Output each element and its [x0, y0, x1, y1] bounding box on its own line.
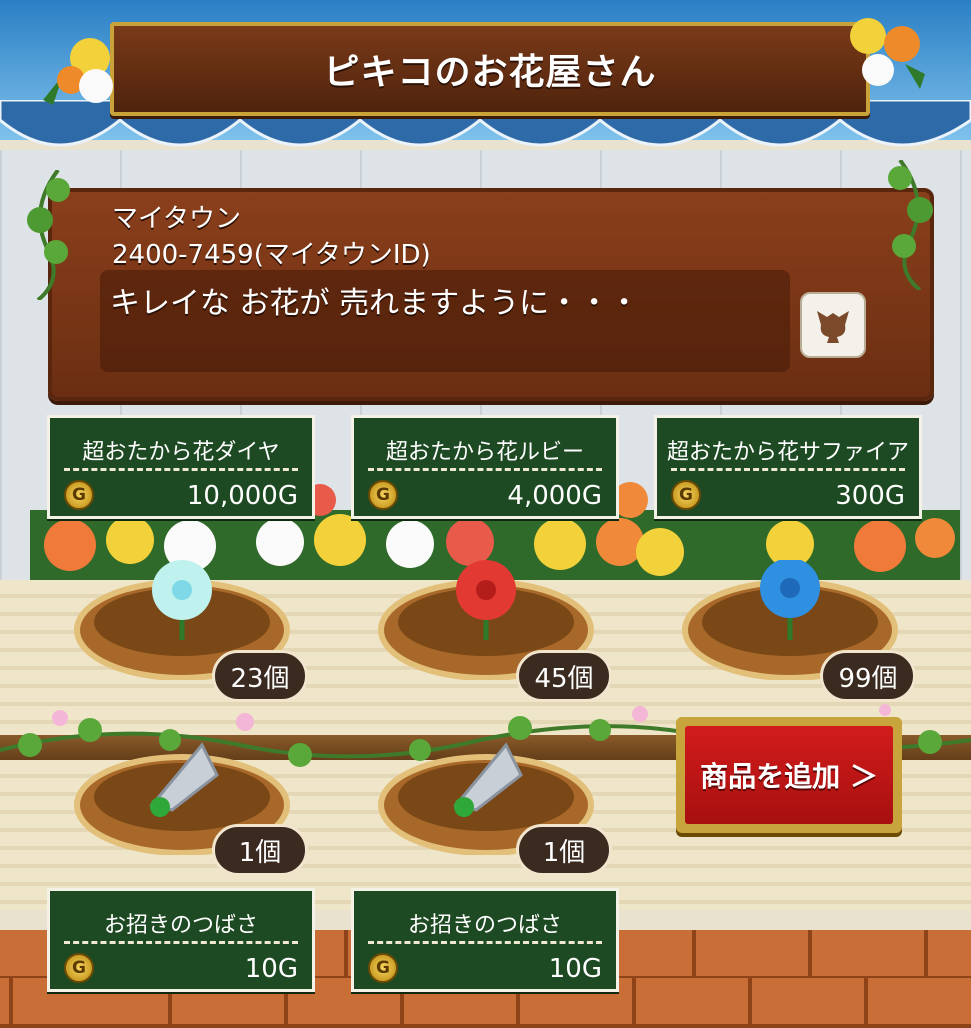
- item-name: お招きのつばさ: [103, 913, 258, 938]
- item-name: 超おたから花ダイヤ: [82, 440, 280, 465]
- item-count: 99個: [820, 650, 916, 702]
- gold-coin-icon: G: [671, 480, 701, 510]
- item-name: 超おたから花サファイア: [666, 440, 909, 465]
- gold-coin-icon: G: [64, 953, 94, 983]
- shop-title-plate: ピキコのお花屋さん: [110, 22, 870, 116]
- item-label-3[interactable]: 超おたから花サファイア G 300G: [654, 415, 922, 519]
- item-count: 23個: [212, 650, 308, 702]
- item-count: 45個: [516, 650, 612, 702]
- gold-coin-icon: G: [368, 480, 398, 510]
- item-price: 4,000G: [507, 481, 602, 511]
- item-label-2[interactable]: 超おたから花ルビー G 4,000G: [351, 415, 619, 519]
- add-item-label: 商品を追加 ＞: [685, 726, 893, 824]
- rose-bouquet-left-icon: [43, 38, 113, 105]
- item-price: 10G: [244, 954, 298, 984]
- ivy-left-icon: [27, 170, 70, 300]
- item-price: 10G: [548, 954, 602, 984]
- gold-coin-icon: G: [64, 480, 94, 510]
- item-label-5[interactable]: お招きのつばさ G 10G: [351, 888, 619, 992]
- item-name: 超おたから花ルビー: [385, 440, 584, 465]
- add-item-button[interactable]: 商品を追加 ＞: [676, 717, 902, 833]
- item-name: お招きのつばさ: [407, 913, 562, 938]
- emote-button[interactable]: [800, 292, 866, 358]
- item-label-4[interactable]: お招きのつばさ G 10G: [47, 888, 315, 992]
- item-price: 10,000G: [186, 481, 298, 511]
- town-id: 2400-7459(マイタウンID): [112, 240, 431, 270]
- item-label-1[interactable]: 超おたから花ダイヤ G 10,000G: [47, 415, 315, 519]
- rose-bouquet-right-icon: [850, 18, 925, 89]
- item-price: 300G: [835, 481, 905, 511]
- shop-message: キレイな お花が 売れますように・・・: [110, 286, 640, 321]
- shop-title: ピキコのお花屋さん: [323, 52, 657, 93]
- gold-coin-icon: G: [368, 953, 398, 983]
- creature-silhouette-icon: [817, 311, 849, 343]
- item-count: 1個: [516, 824, 612, 876]
- item-count: 1個: [212, 824, 308, 876]
- ivy-right-icon: [888, 160, 933, 290]
- town-name: マイタウン: [112, 204, 241, 234]
